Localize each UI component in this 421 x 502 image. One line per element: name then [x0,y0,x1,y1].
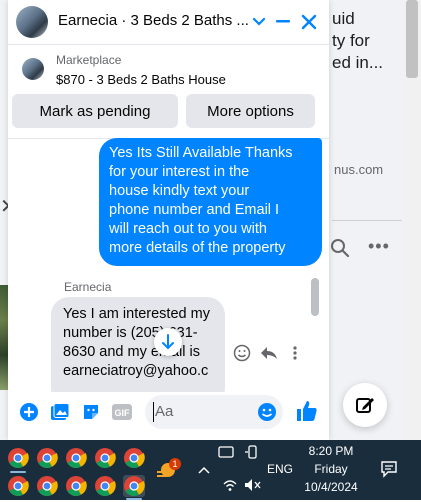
background-link-domain: nus.com [334,162,384,177]
page-scrollbar-thumb[interactable] [406,0,418,78]
marketplace-label: Marketplace [56,53,122,67]
chat-scrollbar-thumb[interactable] [311,278,319,316]
message-input[interactable] [145,395,283,429]
like-icon[interactable] [295,399,319,423]
chrome-icon[interactable] [94,447,116,469]
wifi-icon[interactable] [222,478,238,492]
compose-icon [356,398,374,413]
close-icon[interactable] [297,10,321,34]
chrome-icon[interactable] [36,475,58,497]
outgoing-message[interactable]: Yes Its Still Available Thanks for your … [99,138,322,266]
chrome-icon[interactable] [94,475,116,497]
language-indicator[interactable]: ENG [264,462,296,476]
chrome-icon[interactable] [7,447,29,469]
background-divider [332,220,402,221]
phone-link-icon[interactable] [244,445,260,459]
chevron-down-icon[interactable] [247,10,271,34]
marketplace-listing[interactable]: Marketplace $870 - 3 Beds 2 Baths House [8,45,329,93]
volume-muted-icon[interactable] [244,478,262,492]
incoming-message[interactable]: Yes I am interested my number is (205) 6… [51,297,225,406]
clock-day[interactable]: Friday [300,462,362,476]
running-indicator [10,471,26,473]
more-icon[interactable]: ••• [368,236,390,257]
arrow-down-icon [162,334,174,350]
mark-as-pending-button[interactable]: Mark as pending [12,94,178,128]
sender-name: Earnecia [64,280,112,294]
new-message-button[interactable] [343,383,387,427]
listing-title: $870 - 3 Beds 2 Baths House [56,72,226,87]
taskbar: 1 ENG 8:20 PM Friday 10/4/2024 [0,440,421,500]
chat-header: Earnecia · 3 Beds 2 Baths ... [8,0,329,45]
background-post-snippet: uid ty for ed in... [332,9,384,72]
message-more-icon[interactable] [286,344,304,362]
avatar[interactable] [16,6,48,38]
reply-icon[interactable] [260,344,278,362]
search-icon[interactable] [330,238,350,258]
chrome-icon[interactable] [65,447,87,469]
notification-badge: 1 [169,458,181,470]
tablet-icon[interactable] [218,445,234,459]
chrome-icon-active[interactable] [123,475,145,497]
chrome-icon[interactable] [123,447,145,469]
chrome-icon[interactable] [65,475,87,497]
plus-icon[interactable] [18,401,40,423]
scroll-to-bottom-button[interactable] [154,328,182,356]
chrome-icon[interactable] [7,475,29,497]
emoji-reaction-icon[interactable] [233,344,251,362]
notifications-icon[interactable] [380,460,398,478]
sticker-icon[interactable] [80,401,102,423]
listing-thumbnail [22,58,44,80]
chat-window: Earnecia · 3 Beds 2 Baths ... Marketplac… [8,0,329,440]
chat-title[interactable]: Earnecia · 3 Beds 2 Baths ... [58,12,253,29]
svg-text:GIF: GIF [115,408,131,418]
gif-icon[interactable]: GIF [111,401,133,423]
more-options-button[interactable]: More options [186,94,315,128]
chevron-up-icon[interactable] [196,462,212,478]
message-field[interactable] [153,402,257,421]
clock-date[interactable]: 10/4/2024 [300,480,362,494]
image-icon[interactable] [49,401,71,423]
clock-time[interactable]: 8:20 PM [300,444,362,458]
emoji-icon[interactable] [256,401,278,423]
minimize-icon[interactable] [271,10,295,34]
chrome-icon[interactable] [36,447,58,469]
